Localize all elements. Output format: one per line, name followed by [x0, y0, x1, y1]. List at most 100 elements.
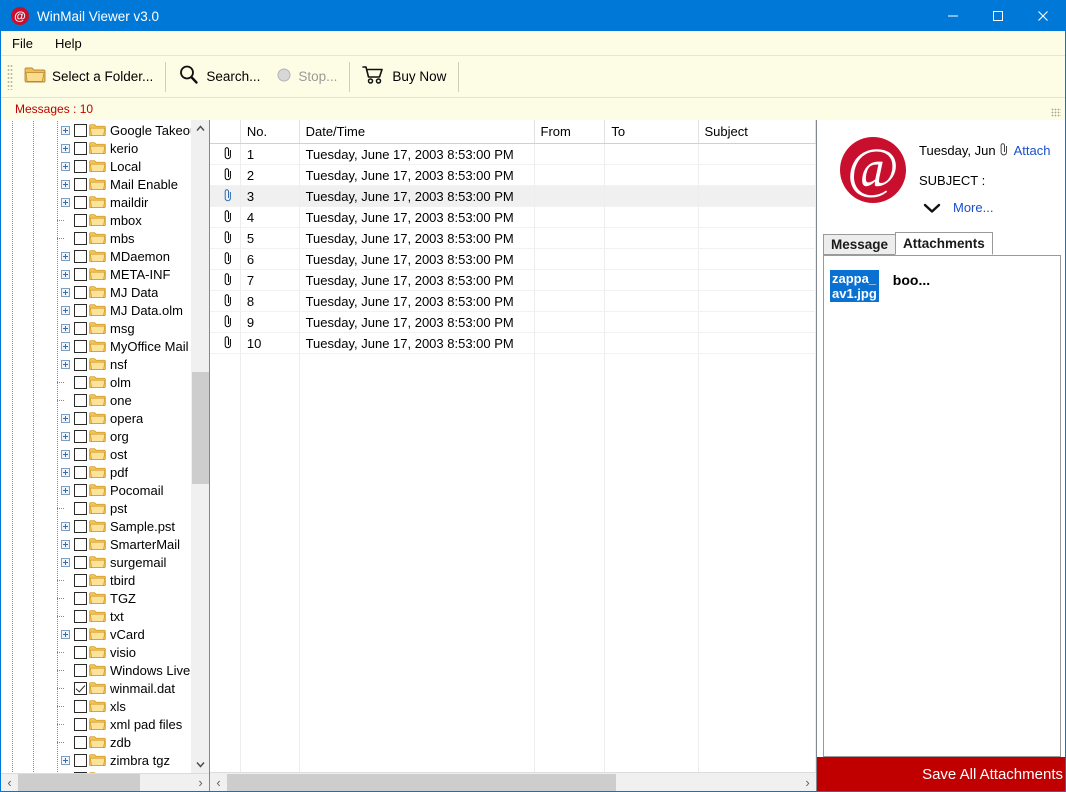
table-row[interactable]: 5 Tuesday, June 17, 2003 8:53:00 PM	[210, 227, 816, 249]
tree-item[interactable]: surgemail	[1, 553, 191, 571]
table-row[interactable]: 6 Tuesday, June 17, 2003 8:53:00 PM	[210, 248, 816, 270]
sidebar-horizontal-scrollbar[interactable]: ‹ ›	[1, 773, 209, 791]
expand-icon[interactable]	[57, 409, 74, 427]
column-header-subject[interactable]: Subject	[698, 120, 816, 144]
toolbar-grip[interactable]	[7, 63, 13, 90]
tree-item[interactable]: META-INF	[1, 265, 191, 283]
expand-icon[interactable]	[57, 481, 74, 499]
message-hscroll-thumb[interactable]	[227, 773, 616, 791]
tree-item[interactable]: TGZ	[1, 589, 191, 607]
select-a-folder-button[interactable]: Select a Folder...	[16, 59, 161, 95]
tree-item[interactable]: SmarterMail	[1, 535, 191, 553]
tree-item[interactable]: org	[1, 427, 191, 445]
chevron-down-icon[interactable]	[919, 202, 945, 214]
column-header-to[interactable]: To	[604, 120, 699, 144]
tree-item[interactable]: MyOffice Mail	[1, 337, 191, 355]
table-row[interactable]: 1 Tuesday, June 17, 2003 8:53:00 PM	[210, 143, 816, 165]
tree-item-checkbox[interactable]	[74, 357, 87, 371]
tree-item[interactable]: winmail.dat	[1, 679, 191, 697]
expand-icon[interactable]	[57, 751, 74, 769]
tree-item-checkbox[interactable]	[74, 465, 87, 479]
menu-item-help[interactable]: Help	[44, 33, 93, 54]
expand-icon[interactable]	[57, 553, 74, 571]
tree-item[interactable]: mbox	[1, 211, 191, 229]
more-link[interactable]: More...	[953, 200, 993, 215]
tree-item-checkbox[interactable]	[74, 231, 87, 245]
stop-button[interactable]: Stop...	[268, 59, 345, 95]
expand-icon[interactable]	[57, 121, 74, 139]
sidebar-vscroll-track[interactable]	[192, 137, 209, 756]
attachment-item[interactable]: zappa_ av1.jpg boo...	[824, 256, 1060, 302]
tree-item-checkbox[interactable]	[74, 285, 87, 299]
tree-item-checkbox[interactable]	[74, 753, 87, 767]
close-button[interactable]	[1020, 1, 1065, 31]
tree-item[interactable]: nsf	[1, 355, 191, 373]
tree-item-checkbox[interactable]	[74, 555, 87, 569]
tree-item[interactable]: kerio	[1, 139, 191, 157]
tree-item[interactable]: Google Takeou	[1, 121, 191, 139]
sidebar-vscroll-thumb[interactable]	[192, 372, 209, 484]
maximize-button[interactable]	[975, 1, 1020, 31]
tree-item[interactable]: MJ Data.olm	[1, 301, 191, 319]
tree-item-checkbox[interactable]	[74, 429, 87, 443]
expand-icon[interactable]	[57, 175, 74, 193]
tree-item[interactable]: txt	[1, 607, 191, 625]
tree-item-checkbox[interactable]	[74, 339, 87, 353]
sidebar-vertical-scrollbar[interactable]	[191, 120, 209, 773]
tree-item[interactable]: one	[1, 391, 191, 409]
expand-icon[interactable]	[57, 265, 74, 283]
tree-item-checkbox[interactable]	[74, 249, 87, 263]
tree-item-checkbox[interactable]	[74, 609, 87, 623]
minimize-button[interactable]	[930, 1, 975, 31]
expand-icon[interactable]	[57, 355, 74, 373]
tree-item[interactable]: vCard	[1, 625, 191, 643]
tree-item[interactable]: opera	[1, 409, 191, 427]
expand-icon[interactable]	[57, 517, 74, 535]
attachment-thumbnail[interactable]: zappa_ av1.jpg	[830, 270, 879, 302]
tree-item[interactable]: xml pad files	[1, 715, 191, 733]
tree-item-checkbox[interactable]	[74, 213, 87, 227]
message-scroll-left-icon[interactable]: ‹	[210, 774, 227, 791]
tree-item-checkbox[interactable]	[74, 501, 87, 515]
tree-item-checkbox[interactable]	[74, 735, 87, 749]
tree-item[interactable]: zdb	[1, 733, 191, 751]
expand-icon[interactable]	[57, 139, 74, 157]
tree-item-checkbox[interactable]	[74, 627, 87, 641]
scroll-down-icon[interactable]	[192, 756, 209, 773]
scroll-left-icon[interactable]: ‹	[1, 774, 18, 791]
table-row[interactable]: 10 Tuesday, June 17, 2003 8:53:00 PM	[210, 332, 816, 354]
tree-item-checkbox[interactable]	[74, 393, 87, 407]
tree-item[interactable]: olm	[1, 373, 191, 391]
tree-item-checkbox[interactable]	[74, 303, 87, 317]
tree-item-checkbox[interactable]	[74, 411, 87, 425]
tree-item-checkbox[interactable]	[74, 573, 87, 587]
expand-icon[interactable]	[57, 625, 74, 643]
tree-item[interactable]: zimbra tgz	[1, 751, 191, 769]
tree-item[interactable]: xls	[1, 697, 191, 715]
tree-item-checkbox[interactable]	[74, 177, 87, 191]
tree-item-checkbox[interactable]	[74, 681, 87, 695]
tree-item[interactable]: Local	[1, 157, 191, 175]
tree-item-checkbox[interactable]	[74, 447, 87, 461]
save-all-attachments-button[interactable]: Save All Attachments	[817, 757, 1065, 791]
expand-icon[interactable]	[57, 319, 74, 337]
column-header-datetime[interactable]: Date/Time	[299, 120, 535, 144]
tree-item[interactable]: Windows Live M	[1, 661, 191, 679]
tree-item-checkbox[interactable]	[74, 591, 87, 605]
preview-more-row[interactable]: More...	[919, 200, 1065, 215]
tree-item[interactable]: tbird	[1, 571, 191, 589]
scroll-right-icon[interactable]: ›	[192, 774, 209, 791]
sidebar-hscroll-thumb[interactable]	[18, 774, 140, 791]
tab-attachments[interactable]: Attachments	[895, 232, 993, 255]
message-hscroll-track[interactable]	[227, 773, 799, 791]
table-row[interactable]: 7 Tuesday, June 17, 2003 8:53:00 PM	[210, 269, 816, 291]
column-header-attachment[interactable]	[210, 120, 241, 144]
table-row[interactable]: 8 Tuesday, June 17, 2003 8:53:00 PM	[210, 290, 816, 312]
tree-item[interactable]: pst	[1, 499, 191, 517]
expand-icon[interactable]	[57, 427, 74, 445]
tree-item-checkbox[interactable]	[74, 123, 87, 137]
expand-icon[interactable]	[57, 445, 74, 463]
expand-icon[interactable]	[57, 193, 74, 211]
search-button[interactable]: Search...	[170, 59, 268, 95]
buy-now-button[interactable]: Buy Now	[354, 59, 454, 95]
